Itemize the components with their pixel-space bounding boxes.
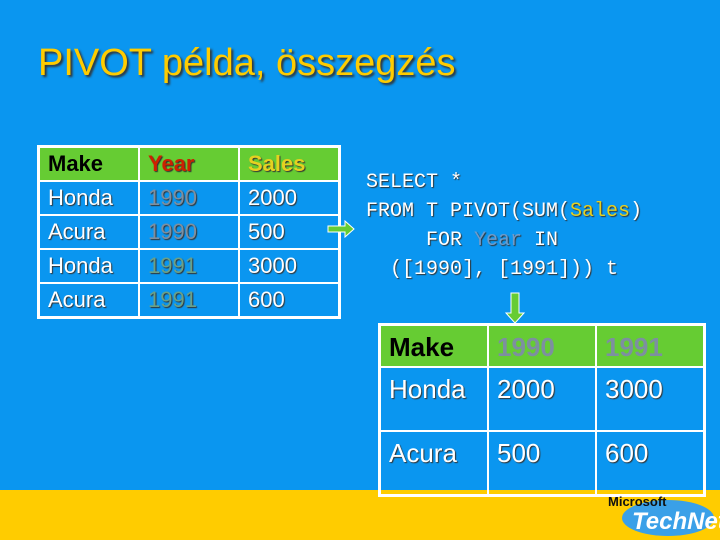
table-row: Acura 500 600	[378, 430, 706, 497]
table-header-row: Make 1990 1991	[378, 323, 706, 368]
header-year: Year	[138, 145, 240, 182]
header-make: Make	[37, 145, 140, 182]
cell: 1990	[138, 214, 240, 250]
slide-title: PIVOT példa, összegzés	[38, 42, 456, 84]
cell: 3000	[595, 366, 706, 432]
arrow-down-icon	[505, 292, 525, 324]
table-row: Acura 1991 600	[37, 282, 341, 319]
sql-keyword-sales: Sales	[570, 200, 631, 223]
cell: 2000	[487, 366, 597, 432]
table-row: Honda 1990 2000	[37, 180, 341, 216]
cell: 600	[238, 282, 341, 319]
sql-line: ([1990], [1991])) t	[366, 258, 619, 281]
cell: 1990	[138, 180, 240, 216]
cell: Honda	[378, 366, 489, 432]
table-header-row: Make Year Sales	[37, 145, 341, 182]
sql-text: IN	[522, 229, 559, 252]
cell: 500	[238, 214, 341, 250]
cell: Acura	[37, 282, 140, 319]
sql-text: )	[630, 200, 643, 223]
header-make: Make	[378, 323, 489, 368]
table-row: Honda 2000 3000	[378, 366, 706, 432]
cell: 1991	[138, 282, 240, 319]
cell: Honda	[37, 180, 140, 216]
header-1991: 1991	[595, 323, 706, 368]
cell: 600	[595, 430, 706, 497]
sql-text: FOR	[366, 229, 475, 252]
result-table: Make 1990 1991 Honda 2000 3000 Acura 500 600	[378, 323, 706, 497]
header-1990: 1990	[487, 323, 597, 368]
sql-code: SELECT * FROM T PIVOT(SUM(Sales) FOR Yea…	[366, 168, 701, 284]
cell: 500	[487, 430, 597, 497]
cell: Acura	[37, 214, 140, 250]
sql-text: FROM T PIVOT(SUM(	[366, 200, 571, 223]
arrow-right-icon	[327, 220, 355, 238]
logo-technet-text: TechNet	[632, 508, 720, 535]
cell: Honda	[37, 248, 140, 284]
logo-microsoft-text: Microsoft	[608, 494, 667, 509]
cell: 2000	[238, 180, 341, 216]
table-row: Honda 1991 3000	[37, 248, 341, 284]
sql-line: SELECT *	[366, 171, 463, 194]
sql-keyword-year: Year	[474, 229, 523, 252]
cell: 1991	[138, 248, 240, 284]
cell: 3000	[238, 248, 341, 284]
cell: Acura	[378, 430, 489, 497]
technet-logo: Microsoft TechNet	[604, 494, 720, 538]
source-table: Make Year Sales Honda 1990 2000 Acura 1990 5…	[37, 145, 341, 319]
header-sales: Sales	[238, 145, 341, 182]
table-row: Acura 1990 500	[37, 214, 341, 250]
